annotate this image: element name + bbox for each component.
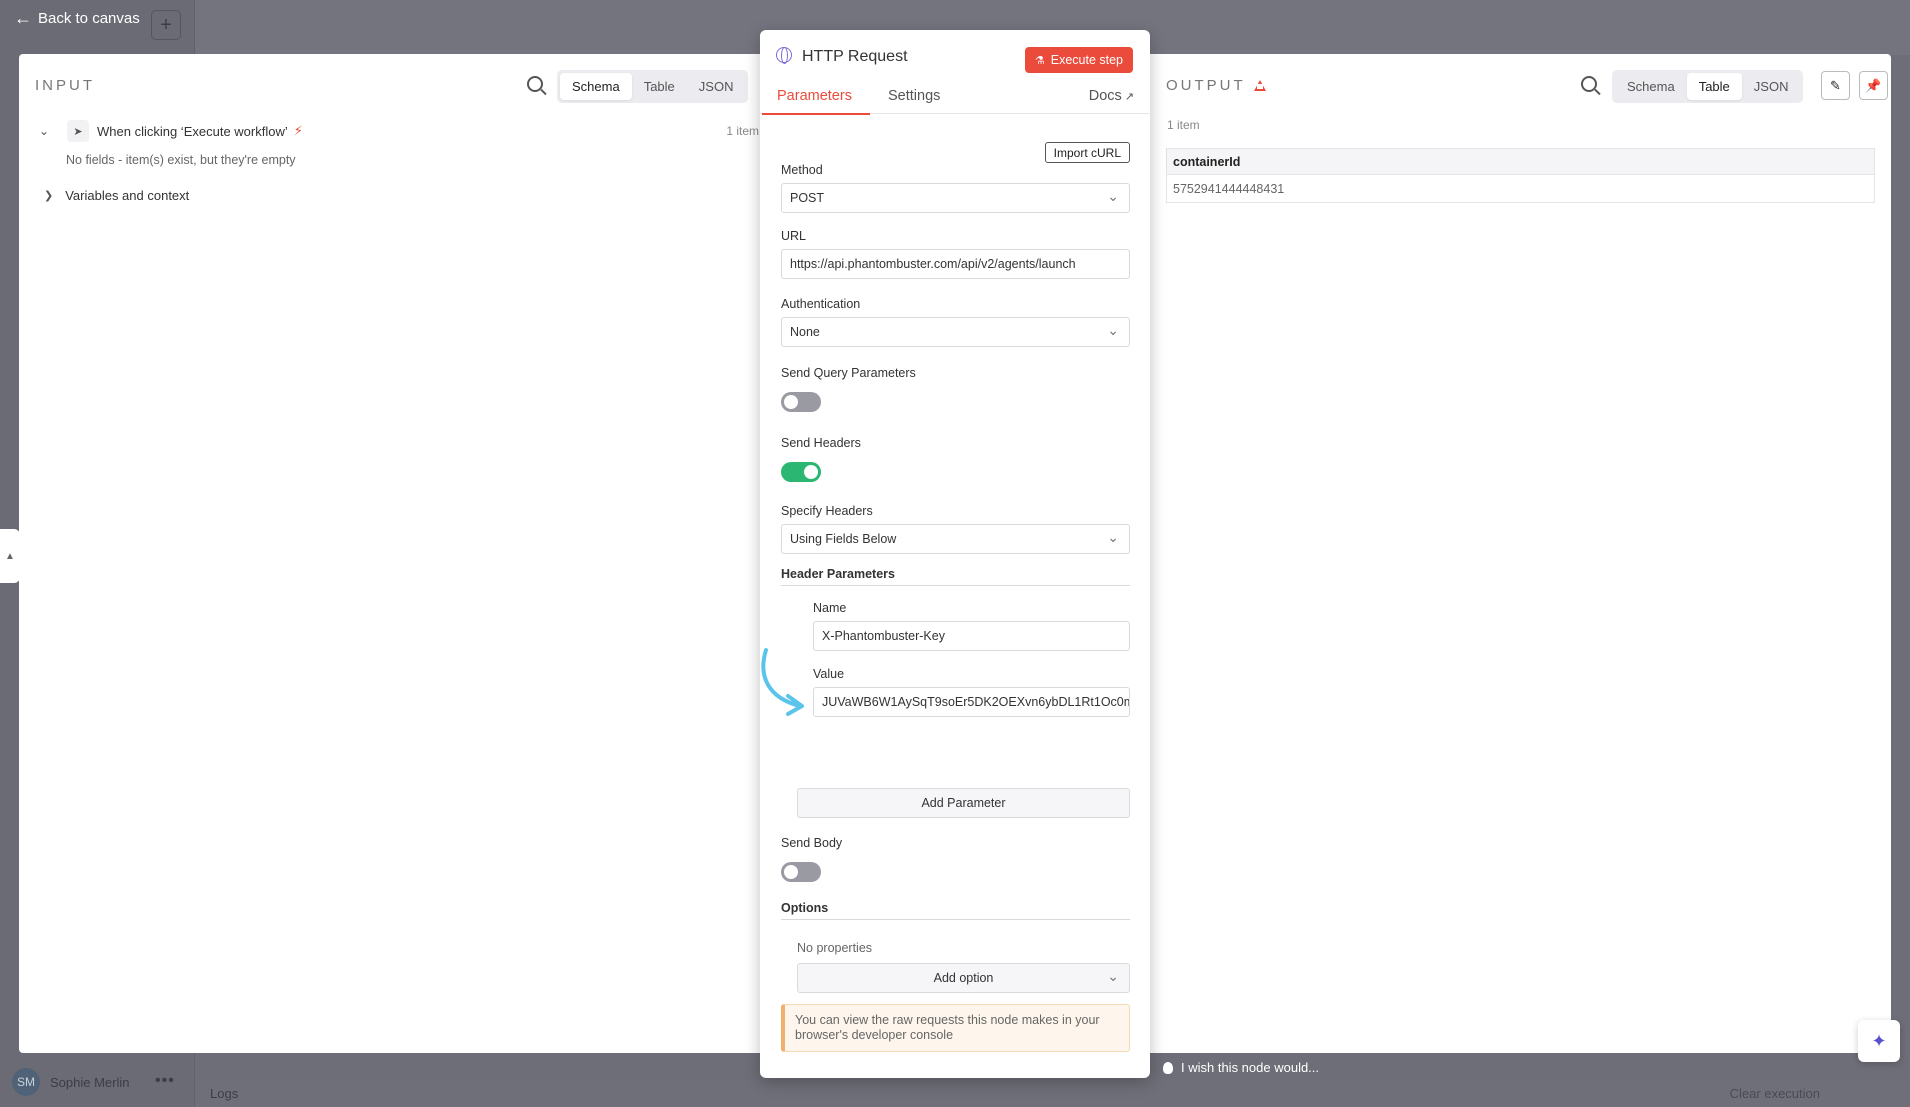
back-to-canvas-button[interactable]: ← Back to canvas xyxy=(14,8,140,29)
output-item-count: 1 item xyxy=(1167,118,1200,132)
docs-label: Docs xyxy=(1088,88,1122,104)
send-body-toggle[interactable] xyxy=(781,862,821,882)
header-parameters-label: Header Parameters xyxy=(781,567,895,581)
url-input[interactable]: https://api.phantombuster.com/api/v2/age… xyxy=(781,249,1130,279)
send-query-label: Send Query Parameters xyxy=(781,366,916,380)
lightning-icon: ⚡ xyxy=(293,123,303,138)
annotation-arrow-icon xyxy=(761,648,804,716)
import-curl-button[interactable]: Import cURL xyxy=(1044,142,1130,163)
more-icon: ••• xyxy=(155,1072,175,1089)
external-link-icon: ↗ xyxy=(1124,91,1134,103)
input-tab-json[interactable]: JSON xyxy=(687,73,746,100)
http-request-node-panel: HTTP Request ⚗ Execute step Parameters S… xyxy=(760,30,1150,1078)
pin-icon: 📌 xyxy=(1865,77,1882,93)
specify-headers-select[interactable]: Using Fields Below xyxy=(781,524,1130,554)
tab-parameters[interactable]: Parameters xyxy=(777,88,852,104)
trigger-label: When clicking ‘Execute workflow’ xyxy=(97,123,288,139)
output-table: containerId 5752941444448431 xyxy=(1166,148,1875,203)
add-option-label: Add option xyxy=(933,971,994,985)
input-view-switch: Schema Table JSON xyxy=(557,70,749,103)
user-name: Sophie Merlin xyxy=(50,1074,130,1090)
trigger-node-row[interactable]: ⌄ ➤ When clicking ‘Execute workflow’ ⚡ 1… xyxy=(39,116,759,146)
feedback-prompt[interactable]: I wish this node would... xyxy=(1163,1060,1319,1075)
pin-data-button[interactable]: 📌 xyxy=(1859,71,1888,100)
parameters-form: Import cURL Method POST URL https://api.… xyxy=(760,116,1150,1052)
send-headers-toggle[interactable] xyxy=(781,462,821,482)
add-parameter-button[interactable]: Add Parameter xyxy=(797,788,1130,818)
header-value-input[interactable]: JUVaWB6W1AySqT9soEr5DK2OEXvn6ybDL1Rt1Oc0… xyxy=(813,687,1130,717)
output-header: OUTPUT xyxy=(1166,77,1266,94)
add-option-button[interactable]: Add option ⌄ xyxy=(797,963,1130,993)
edit-output-button[interactable]: ✎ xyxy=(1821,71,1850,100)
ai-assistant-button[interactable]: ✦ xyxy=(1858,1020,1900,1062)
chevron-down-icon: ⌄ xyxy=(1107,968,1119,984)
warning-icon xyxy=(1253,80,1266,91)
output-search-button[interactable] xyxy=(1581,76,1597,92)
clear-execution-button: Clear execution xyxy=(1729,1086,1820,1101)
divider xyxy=(781,585,1130,586)
variables-context-toggle[interactable]: ❯ Variables and context xyxy=(44,188,189,203)
search-icon xyxy=(527,76,543,92)
add-node-button: + xyxy=(151,10,181,40)
sparkle-icon: ✦ xyxy=(1871,1030,1887,1051)
input-tab-schema[interactable]: Schema xyxy=(560,73,632,100)
globe-icon xyxy=(776,47,792,64)
specify-headers-label: Specify Headers xyxy=(781,504,873,518)
header-name-label: Name xyxy=(813,601,847,615)
output-view-switch: Schema Table JSON xyxy=(1612,70,1804,103)
pencil-icon: ✎ xyxy=(1830,77,1841,93)
divider xyxy=(781,919,1130,920)
table-row: 5752941444448431 xyxy=(1167,175,1875,203)
input-search-button[interactable] xyxy=(527,76,543,92)
method-select[interactable]: POST xyxy=(781,183,1130,213)
output-tab-schema[interactable]: Schema xyxy=(1615,73,1687,100)
send-body-label: Send Body xyxy=(781,836,843,850)
docs-link[interactable]: Docs ↗ xyxy=(1089,88,1134,104)
column-header: containerId xyxy=(1166,148,1875,175)
table-cell[interactable]: 5752941444448431 xyxy=(1167,175,1875,203)
options-label: Options xyxy=(781,901,829,915)
output-title: OUTPUT xyxy=(1166,77,1246,94)
tab-settings[interactable]: Settings xyxy=(888,88,940,104)
active-tab-indicator xyxy=(762,113,870,115)
cursor-icon: ➤ xyxy=(67,120,89,142)
arrow-left-icon: ← xyxy=(14,8,32,28)
variables-context-label: Variables and context xyxy=(65,188,190,203)
flask-icon: ⚗ xyxy=(1034,54,1045,67)
execute-step-label: Execute step xyxy=(1050,53,1123,67)
collapse-tab[interactable]: ▲ xyxy=(0,529,20,583)
execute-step-button[interactable]: ⚗ Execute step xyxy=(1024,47,1133,73)
input-tab-table[interactable]: Table xyxy=(632,73,687,100)
chevron-down-icon[interactable]: ⌄ xyxy=(39,124,59,138)
user-menu: SM Sophie Merlin xyxy=(12,1068,130,1096)
node-header: HTTP Request ⚗ Execute step xyxy=(760,30,1150,80)
back-to-canvas-label: Back to canvas xyxy=(38,10,140,27)
lightbulb-icon xyxy=(1163,1061,1173,1074)
authentication-label: Authentication xyxy=(781,297,861,311)
feedback-label: I wish this node would... xyxy=(1181,1060,1320,1075)
avatar: SM xyxy=(12,1068,40,1096)
logs-label: Logs xyxy=(210,1086,239,1101)
url-label: URL xyxy=(781,229,807,243)
output-tab-table[interactable]: Table xyxy=(1686,73,1742,100)
logs-bar xyxy=(195,1080,1910,1107)
chevron-right-icon: ❯ xyxy=(44,190,54,202)
authentication-select[interactable]: None xyxy=(781,317,1130,347)
search-icon xyxy=(1581,76,1597,92)
no-properties-label: No properties xyxy=(797,941,873,955)
empty-fields-note: No fields - item(s) exist, but they're e… xyxy=(66,153,296,167)
send-query-toggle[interactable] xyxy=(781,392,821,412)
node-title[interactable]: HTTP Request xyxy=(802,48,908,66)
header-name-input[interactable]: X-Phantombuster-Key xyxy=(813,621,1130,651)
method-label: Method xyxy=(781,163,823,177)
developer-console-notice: You can view the raw requests this node … xyxy=(781,1004,1130,1052)
trigger-item-count: 1 item xyxy=(726,124,759,138)
input-title: INPUT xyxy=(35,76,95,94)
send-headers-label: Send Headers xyxy=(781,436,861,450)
output-tab-json[interactable]: JSON xyxy=(1742,73,1801,100)
